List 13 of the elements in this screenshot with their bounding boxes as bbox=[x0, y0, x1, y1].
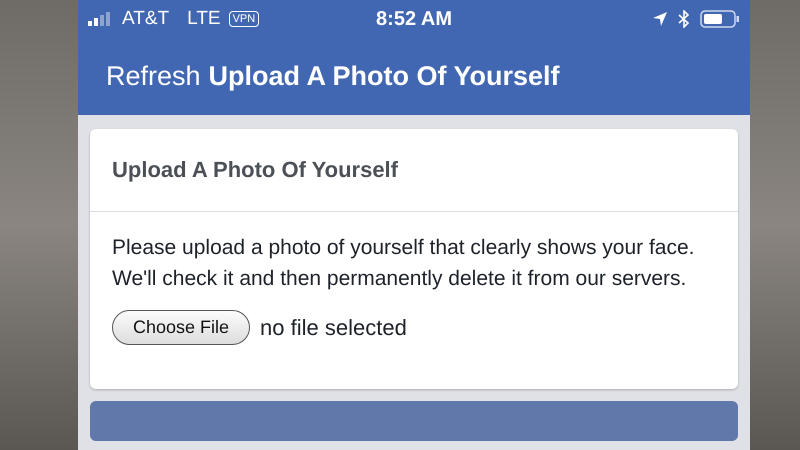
location-arrow-icon bbox=[652, 11, 668, 27]
vpn-badge: VPN bbox=[228, 11, 260, 27]
clock-time: 8:52 AM bbox=[376, 8, 452, 30]
bluetooth-icon bbox=[678, 10, 690, 28]
refresh-link[interactable]: Refresh bbox=[106, 61, 201, 92]
choose-file-button[interactable]: Choose File bbox=[112, 310, 250, 345]
file-status-text: no file selected bbox=[260, 314, 407, 340]
network-label: LTE bbox=[187, 8, 221, 30]
page-title: Upload A Photo Of Yourself bbox=[208, 61, 560, 92]
battery-icon bbox=[700, 10, 740, 28]
instruction-text: Please upload a photo of yourself that clearly shows your face. We'll check it and then permanently delete it from our servers. bbox=[112, 235, 696, 292]
card-title: Upload A Photo Of Yourself bbox=[112, 157, 398, 183]
carrier-label: AT&T bbox=[122, 8, 170, 30]
